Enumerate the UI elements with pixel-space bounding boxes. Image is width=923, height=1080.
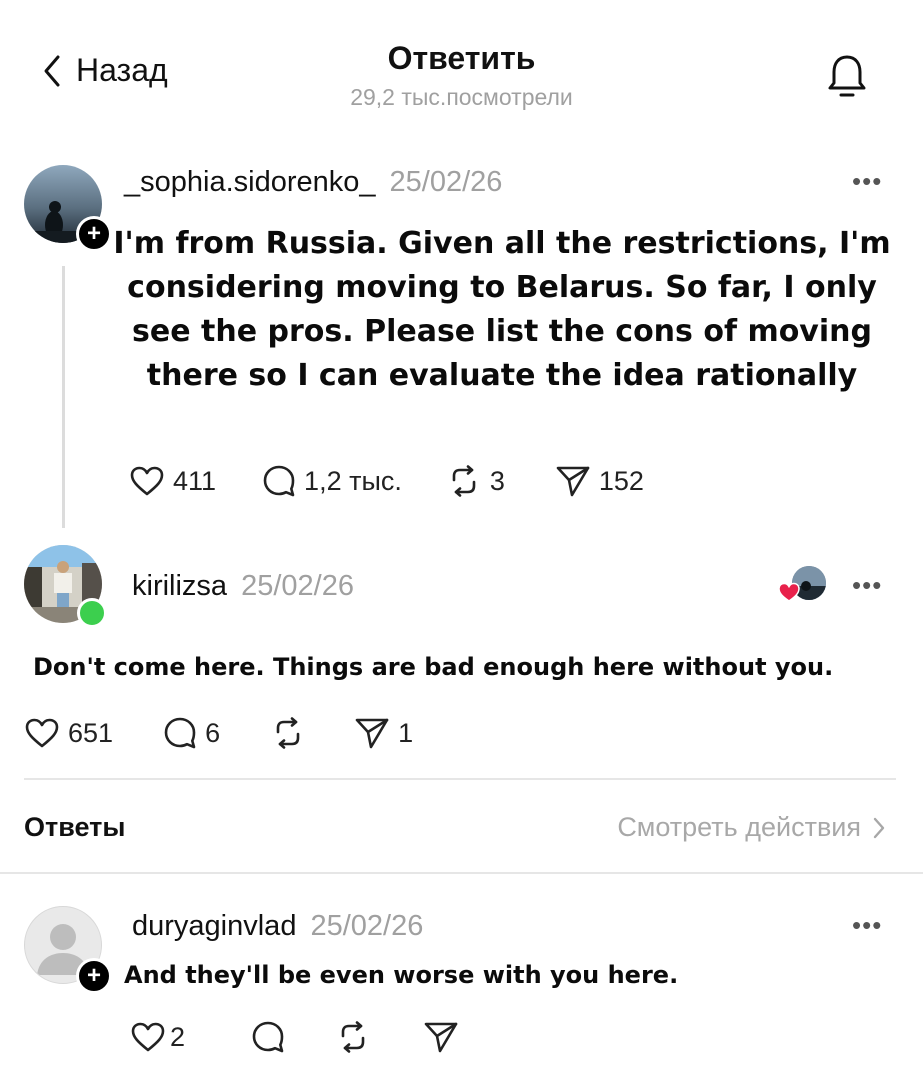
reply-username[interactable]: kirilizsa	[132, 570, 227, 603]
like-button[interactable]: 411	[129, 465, 216, 497]
sub-reply-date: 25/02/26	[310, 910, 424, 942]
view-activity-label: Смотреть действия	[617, 812, 861, 842]
share-button[interactable]: 152	[555, 464, 644, 498]
divider	[0, 872, 923, 874]
share-button[interactable]	[423, 1020, 459, 1054]
like-button[interactable]: 2	[130, 1021, 185, 1053]
share-count: 1	[398, 717, 414, 748]
views-count: 29,2 тыс.посмотрели	[350, 84, 573, 110]
post-username[interactable]: _sophia.sidorenko_	[124, 166, 376, 199]
like-count: 411	[173, 465, 217, 496]
comment-icon	[263, 465, 295, 497]
post-date: 25/02/26	[389, 166, 503, 198]
reply-date: 25/02/26	[241, 570, 354, 602]
send-icon	[556, 466, 590, 497]
like-count: 651	[68, 717, 114, 748]
follow-plus-badge[interactable]: +	[76, 958, 112, 994]
repost-icon	[341, 1021, 365, 1053]
heart-filled-icon	[778, 582, 800, 602]
sub-reply-username[interactable]: duryaginvlad	[132, 910, 296, 943]
sub-reply-actions: 2	[130, 1020, 459, 1054]
comment-button[interactable]	[251, 1020, 285, 1054]
page-title: Ответить	[387, 40, 536, 76]
more-options-button[interactable]: •••	[852, 570, 882, 601]
repost-count: 3	[489, 465, 505, 496]
sub-reply-text: And they'll be even worse with you here.	[124, 961, 679, 989]
replies-title: Ответы	[24, 812, 126, 842]
thread-line	[62, 266, 65, 528]
post-text: I'm from Russia. Given all the restricti…	[113, 226, 891, 393]
notification-bell-button[interactable]	[826, 52, 868, 100]
send-icon	[424, 1022, 458, 1053]
repost-button[interactable]: 3	[446, 465, 505, 497]
online-status-dot	[77, 598, 107, 628]
more-options-button[interactable]: •••	[852, 910, 882, 941]
share-count: 152	[598, 465, 644, 496]
liked-by-author-indicator	[778, 566, 828, 606]
comment-button[interactable]: 1,2 тыс.	[262, 464, 402, 498]
share-button[interactable]: 1	[354, 716, 413, 750]
chevron-right-icon	[873, 817, 885, 838]
reply-text: Don't come here. Things are bad enough h…	[33, 653, 834, 681]
heart-icon	[25, 718, 59, 748]
comment-count: 6	[205, 717, 221, 748]
divider	[24, 778, 896, 780]
bell-icon	[828, 55, 866, 97]
heart-icon	[130, 466, 164, 496]
repost-button[interactable]	[270, 717, 306, 749]
reply-actions: 651 6 1	[24, 716, 413, 750]
repost-icon	[276, 717, 300, 749]
comment-icon	[252, 1021, 284, 1053]
comment-button[interactable]: 6	[163, 716, 220, 750]
heart-icon	[131, 1022, 165, 1052]
more-options-button[interactable]: •••	[852, 166, 882, 197]
like-count: 2	[170, 1021, 186, 1052]
repost-button[interactable]	[335, 1021, 371, 1053]
repost-icon	[452, 465, 476, 497]
post-actions: 411 1,2 тыс. 3 152	[129, 464, 644, 498]
comment-icon	[164, 717, 196, 749]
view-activity-link[interactable]: Смотреть действия	[617, 812, 885, 843]
like-button[interactable]: 651	[24, 717, 113, 749]
send-icon	[355, 718, 389, 749]
follow-plus-badge[interactable]: +	[76, 216, 112, 252]
comment-count: 1,2 тыс.	[304, 465, 402, 496]
